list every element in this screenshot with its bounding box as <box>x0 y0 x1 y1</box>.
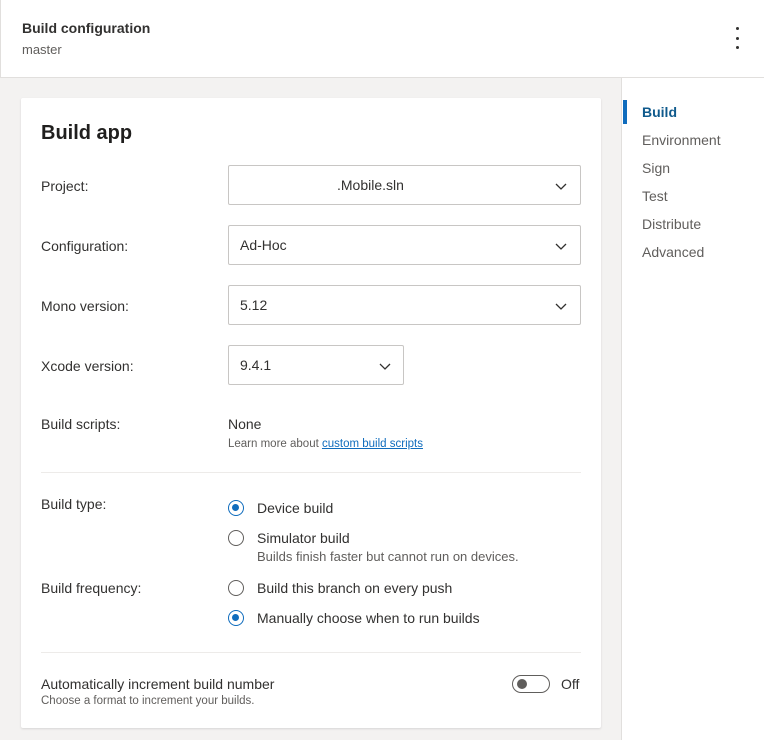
nav-item-environment[interactable]: Environment <box>642 132 721 148</box>
manual-builds-radio[interactable]: Manually choose when to run builds <box>228 610 480 626</box>
build-every-push-radio[interactable]: Build this branch on every push <box>228 580 452 596</box>
configuration-label: Configuration: <box>41 238 129 254</box>
nav-item-advanced[interactable]: Advanced <box>642 244 704 260</box>
radio-unselected-icon <box>228 530 244 546</box>
nav-item-sign[interactable]: Sign <box>642 160 670 176</box>
learn-more-prefix: Learn more about <box>228 438 322 450</box>
project-label: Project: <box>41 178 89 194</box>
auto-increment-state: Off <box>561 676 580 692</box>
nav-item-build[interactable]: Build <box>642 104 677 120</box>
chevron-down-icon <box>555 183 567 190</box>
radio-unselected-icon <box>228 580 244 596</box>
project-select[interactable]: .Mobile.sln <box>228 165 581 205</box>
build-scripts-label: Build scripts: <box>41 416 121 432</box>
build-frequency-label: Build frequency: <box>41 580 142 596</box>
xcode-version-value: 9.4.1 <box>240 357 272 373</box>
build-type-label: Build type: <box>41 496 107 512</box>
custom-build-scripts-link[interactable]: custom build scripts <box>322 438 423 450</box>
simulator-build-description: Builds finish faster but cannot run on d… <box>257 549 519 564</box>
radio-selected-icon <box>228 500 244 516</box>
main-content: Build app Project: .Mobile.sln Configura… <box>0 78 622 740</box>
auto-increment-toggle[interactable] <box>512 675 550 693</box>
toggle-knob <box>517 679 527 689</box>
branch-name: master <box>22 42 62 57</box>
manual-builds-label: Manually choose when to run builds <box>257 610 480 626</box>
mono-version-value: 5.12 <box>240 297 268 313</box>
nav-item-test[interactable]: Test <box>642 188 668 204</box>
project-value: .Mobile.sln <box>337 177 404 193</box>
card-title: Build app <box>41 122 133 144</box>
device-build-radio[interactable]: Device build <box>228 500 333 516</box>
page-title: Build configuration <box>22 20 151 36</box>
build-every-push-label: Build this branch on every push <box>257 580 453 596</box>
more-options-icon[interactable] <box>727 27 747 49</box>
auto-increment-title: Automatically increment build number <box>41 676 275 692</box>
simulator-build-label: Simulator build <box>257 530 350 546</box>
build-scripts-value: None <box>228 416 262 432</box>
configuration-select[interactable]: Ad-Hoc <box>228 225 581 265</box>
section-nav: Build Environment Sign Test Distribute A… <box>623 78 764 740</box>
divider <box>41 652 581 653</box>
page-header: Build configuration master <box>0 0 764 78</box>
mono-version-select[interactable]: 5.12 <box>228 285 581 325</box>
simulator-build-radio[interactable]: Simulator build <box>228 530 350 546</box>
build-app-card: Build app Project: .Mobile.sln Configura… <box>21 98 601 728</box>
chevron-down-icon <box>555 303 567 310</box>
mono-version-label: Mono version: <box>41 298 129 314</box>
auto-increment-description: Choose a format to increment your builds… <box>41 695 255 707</box>
radio-selected-icon <box>228 610 244 626</box>
chevron-down-icon <box>379 363 391 370</box>
xcode-version-label: Xcode version: <box>41 358 134 374</box>
divider <box>41 472 581 473</box>
configuration-value: Ad-Hoc <box>240 237 287 253</box>
learn-more-text: Learn more about custom build scripts <box>228 438 423 450</box>
device-build-label: Device build <box>257 500 334 516</box>
chevron-down-icon <box>555 243 567 250</box>
active-indicator <box>623 100 627 124</box>
nav-item-distribute[interactable]: Distribute <box>642 216 701 232</box>
xcode-version-select[interactable]: 9.4.1 <box>228 345 404 385</box>
